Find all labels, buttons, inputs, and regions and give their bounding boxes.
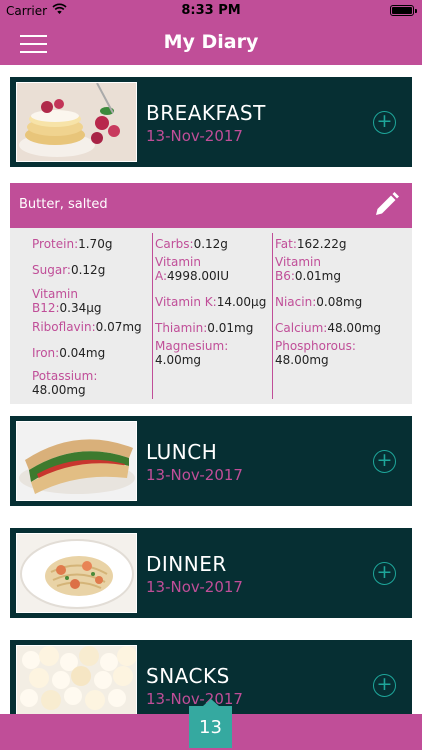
nutrient-carbs: Carbs:0.12g: [155, 237, 228, 251]
nutrient-column-3: Fat:162.22g Vitamin B6:0.01mg Niacin:0.0…: [272, 233, 402, 399]
nutrient-sugar: Sugar:0.12g: [32, 263, 106, 277]
clock: 8:33 PM: [181, 3, 241, 18]
meal-row-breakfast[interactable]: BREAKFAST 13-Nov-2017 +: [10, 77, 412, 167]
nav-bar: My Diary: [0, 22, 422, 65]
meal-name: DINNER: [146, 552, 227, 576]
meal-photo: [16, 421, 137, 501]
nutrient-potassium: Potassium: 48.00mg: [32, 369, 98, 397]
plus-circle-icon[interactable]: +: [373, 674, 396, 697]
meal-row-lunch[interactable]: LUNCH 13-Nov-2017 +: [10, 416, 412, 506]
nutrient-iron: Iron:0.04mg: [32, 346, 106, 360]
battery-icon: [390, 5, 417, 16]
page-title: My Diary: [163, 31, 259, 53]
meal-name: LUNCH: [146, 440, 218, 464]
nutrient-protein: Protein:1.70g: [32, 237, 113, 251]
nutrient-niacin: Niacin:0.08mg: [275, 295, 363, 309]
nutrient-vitamin-b12: Vitamin B12:0.34µg: [32, 287, 102, 315]
nutrient-column-2: Carbs:0.12g Vitamin A:4998.00IU Vitamin …: [152, 233, 269, 399]
food-item-card: Butter, salted Protein:1.70g Sugar:0.12g…: [10, 183, 412, 404]
meal-date: 13-Nov-2017: [146, 466, 243, 484]
food-item-header[interactable]: Butter, salted: [10, 183, 412, 228]
meal-date: 13-Nov-2017: [146, 578, 243, 596]
nutrient-vitamin-b6: Vitamin B6:0.01mg: [275, 255, 341, 283]
page-indicator-tab[interactable]: 13: [189, 699, 232, 748]
meal-photo: [16, 645, 137, 725]
plus-circle-icon[interactable]: +: [373, 450, 396, 473]
meal-name: BREAKFAST: [146, 101, 266, 125]
pencil-icon[interactable]: [372, 191, 400, 219]
nutrient-thiamin: Thiamin:0.01mg: [155, 321, 254, 335]
meal-row-dinner[interactable]: DINNER 13-Nov-2017 +: [10, 528, 412, 618]
nutrient-calcium: Calcium:48.00mg: [275, 321, 382, 335]
nutrient-phosphorous: Phosphorous: 48.00mg: [275, 339, 356, 367]
nutrient-magnesium: Magnesium: 4.00mg: [155, 339, 229, 367]
plus-circle-icon[interactable]: +: [373, 111, 396, 134]
nutrient-vitamin-k: Vitamin K:14.00µg: [155, 295, 267, 309]
nutrient-riboflavin: Riboflavin:0.07mg: [32, 320, 142, 334]
nutrient-column-1: Protein:1.70g Sugar:0.12g Vitamin B12:0.…: [30, 233, 149, 399]
nutrient-fat: Fat:162.22g: [275, 237, 347, 251]
meal-photo: [16, 82, 137, 162]
meal-name: SNACKS: [146, 664, 230, 688]
meal-date: 13-Nov-2017: [146, 127, 243, 145]
food-item-name: Butter, salted: [19, 197, 108, 212]
plus-circle-icon[interactable]: +: [373, 562, 396, 585]
nutrient-vitamin-a: Vitamin A:4998.00IU: [155, 255, 229, 283]
status-bar: Carrier 8:33 PM: [0, 0, 422, 22]
meal-photo: [16, 533, 137, 613]
